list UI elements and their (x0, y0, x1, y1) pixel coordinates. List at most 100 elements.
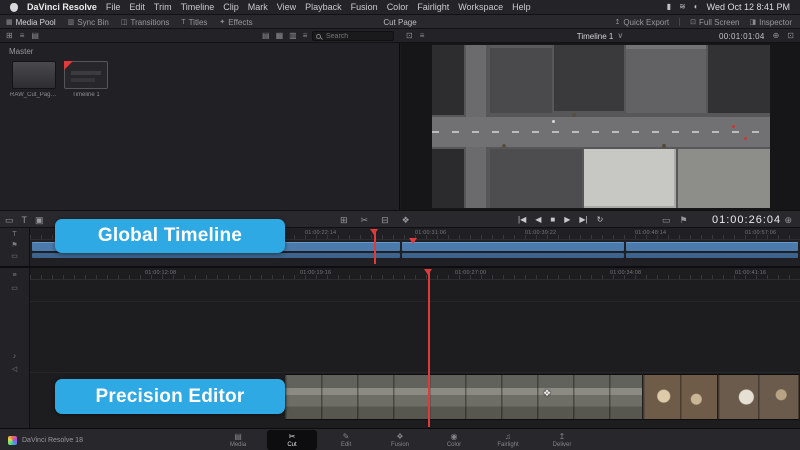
track-text-icon[interactable]: T (12, 231, 16, 238)
video-detail (432, 131, 770, 133)
audio-track-icon[interactable]: ♪ (13, 353, 17, 360)
filmstrip-track[interactable]: ❖ (285, 374, 799, 420)
full-screen-button[interactable]: ⊡ Full Screen (690, 18, 739, 27)
quick-export-button[interactable]: ↥ Quick Export (614, 18, 669, 27)
menu-trim[interactable]: Trim (154, 2, 172, 12)
menu-app-name[interactable]: DaVinci Resolve (27, 2, 97, 12)
media-pool-button[interactable]: ▦ Media Pool (6, 18, 56, 27)
page-tab-fusion[interactable]: ❖ Fusion (375, 430, 425, 450)
control-center-icon[interactable]: ◐ (694, 3, 699, 11)
media-clip-card[interactable]: RAW_Cut_Page_Sh... (10, 61, 58, 98)
ruler-tick: 01:00:41:16 (735, 270, 766, 276)
search-box[interactable] (312, 31, 394, 41)
insert-icon[interactable]: ⊞ (340, 216, 348, 225)
effects-button[interactable]: ✦ Effects (219, 18, 252, 27)
metadata-view-icon[interactable]: ▤ (262, 32, 270, 40)
filmstrip-clip-coffee-1[interactable] (643, 374, 717, 420)
strip-view-icon[interactable]: ▥ (289, 32, 297, 40)
list-view-icon[interactable]: ≡ (20, 32, 25, 40)
add-bin-icon[interactable]: ⊞ (6, 32, 13, 40)
text-tool-icon[interactable]: T (22, 216, 28, 225)
track-video-icon[interactable]: ▭ (11, 253, 18, 260)
filmstrip-clip-city[interactable] (285, 374, 642, 420)
menu-mark[interactable]: Mark (248, 2, 268, 12)
track-flag-icon[interactable]: ⚑ (11, 242, 17, 249)
menu-color[interactable]: Color (387, 2, 409, 12)
bin-label[interactable]: Master (9, 47, 33, 56)
camera-icon[interactable]: ▣ (35, 216, 44, 225)
battery-icon[interactable]: ▮ (667, 3, 671, 11)
timeline-marker[interactable] (409, 238, 417, 244)
menu-edit[interactable]: Edit (129, 2, 145, 12)
video-detail (732, 125, 735, 128)
sync-bin-button[interactable]: ▥ Sync Bin (68, 18, 109, 27)
search-input[interactable] (324, 32, 390, 41)
clip-thumbnail[interactable] (12, 61, 56, 89)
stop-button[interactable]: ■ (550, 216, 555, 224)
trim-icon[interactable]: ⊟ (381, 216, 389, 225)
menu-playback[interactable]: Playback (305, 2, 342, 12)
menu-view[interactable]: View (277, 2, 296, 12)
viewer-expand-icon[interactable]: ⊡ (787, 32, 794, 40)
overlay-tools-icon[interactable]: ❖ (402, 216, 410, 225)
global-audio-track[interactable] (32, 253, 798, 258)
lower-video-track-icon[interactable]: ▭ (11, 285, 18, 292)
apple-icon[interactable] (10, 3, 18, 12)
titles-icon: T (181, 19, 185, 26)
loop-button[interactable]: ↻ (597, 216, 604, 224)
timeline-thumbnail[interactable] (64, 61, 108, 89)
snap-icon[interactable]: ▭ (662, 216, 671, 225)
timeline-clip-segment[interactable] (402, 242, 624, 251)
audio-clip-segment[interactable] (626, 253, 798, 258)
global-playhead-handle[interactable] (370, 229, 378, 235)
titles-button[interactable]: T Titles (181, 18, 207, 27)
clip-tools-overlay-icon[interactable]: ❖ (543, 388, 551, 399)
page-tab-deliver[interactable]: ↥ Deliver (537, 430, 587, 450)
timeline-clip-card[interactable]: Timeline 1 (62, 61, 110, 98)
precision-playhead[interactable] (428, 269, 430, 427)
menu-timeline[interactable]: Timeline (181, 2, 215, 12)
transitions-button[interactable]: ◫ Transitions (121, 18, 169, 27)
menu-clip[interactable]: Clip (223, 2, 239, 12)
timeline-zoom-icon[interactable]: ⊕ (784, 216, 792, 225)
timeline-clip-segment[interactable] (626, 242, 798, 251)
full-screen-label: Full Screen (699, 18, 739, 27)
menu-workspace[interactable]: Workspace (458, 2, 503, 12)
step-back-button[interactable]: ◀ (535, 216, 541, 224)
menu-clock[interactable]: Wed Oct 12 8:41 PM (707, 2, 790, 12)
wifi-icon[interactable]: ≋ (679, 3, 686, 11)
precision-ruler[interactable]: 01:00:12:08 01:00:19:16 01:00:27:00 01:0… (30, 268, 800, 280)
page-tab-color[interactable]: ◉ Color (429, 430, 479, 450)
flag-marker (64, 61, 73, 70)
sort-icon[interactable]: ≡ (303, 32, 308, 40)
grid-view-icon[interactable]: ▦ (276, 32, 284, 40)
play-button[interactable]: ▶ (564, 216, 570, 224)
app-version-label: DaVinci Resolve 18 (22, 437, 83, 444)
ruler-tick: 01:00:48:14 (635, 230, 666, 236)
page-tab-cut[interactable]: ✂ Cut (267, 430, 317, 450)
inspector-button[interactable]: ◨ Inspector (749, 18, 792, 27)
lower-list-icon[interactable]: ≡ (12, 272, 16, 279)
viewer-zoom-icon[interactable]: ⊕ (773, 32, 780, 40)
track-tool-icon[interactable]: ▭ (5, 216, 14, 225)
audio-clip-segment[interactable] (32, 253, 400, 258)
razor-icon[interactable]: ✂ (361, 216, 369, 225)
mute-icon[interactable]: ◁ (12, 366, 17, 373)
menu-fusion[interactable]: Fusion (351, 2, 378, 12)
thumbnail-view-icon[interactable]: ▤ (31, 32, 39, 40)
viewer-video[interactable] (432, 45, 770, 208)
previous-clip-button[interactable]: |◀ (518, 216, 526, 224)
precision-playhead-handle[interactable] (424, 269, 432, 275)
page-tab-fairlight[interactable]: ♫ Fairlight (483, 430, 533, 450)
audio-clip-segment[interactable] (402, 253, 624, 258)
video-detail (572, 113, 576, 117)
filmstrip-clip-coffee-2[interactable] (718, 374, 799, 420)
page-tab-media[interactable]: ▤ Media (213, 430, 263, 450)
menu-help[interactable]: Help (512, 2, 531, 12)
next-clip-button[interactable]: ▶| (579, 216, 587, 224)
menu-file[interactable]: File (106, 2, 121, 12)
menu-fairlight[interactable]: Fairlight (417, 2, 449, 12)
page-tab-edit[interactable]: ✎ Edit (321, 430, 371, 450)
track-lane-divider (30, 301, 800, 302)
marker-icon[interactable]: ⚑ (680, 216, 688, 225)
